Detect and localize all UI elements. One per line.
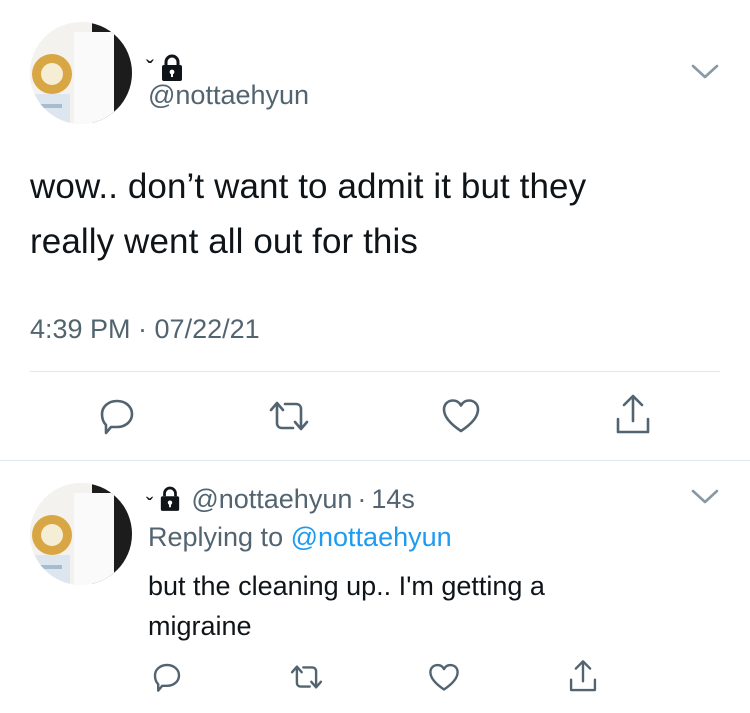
- replying-to: Replying to @nottaehyun: [148, 522, 452, 553]
- separator: ·: [357, 483, 367, 514]
- tweet-text-line: wow.. don’t want to admit it but they: [30, 167, 587, 206]
- lock-icon: [159, 486, 181, 512]
- reply-text-line: but the cleaning up.. I'm getting a: [148, 571, 545, 601]
- reply-icon[interactable]: [151, 661, 183, 693]
- retweet-icon[interactable]: [288, 661, 325, 693]
- lock-icon: [160, 54, 184, 82]
- retweet-icon[interactable]: [266, 396, 312, 436]
- handle[interactable]: @nottaehyun: [191, 484, 352, 515]
- name-glyph: ˇ: [146, 56, 154, 83]
- replying-to-link[interactable]: @nottaehyun: [291, 522, 452, 552]
- display-name[interactable]: ˇ: [146, 52, 184, 82]
- handle[interactable]: @nottaehyun: [148, 80, 309, 111]
- share-icon[interactable]: [613, 393, 653, 437]
- like-icon[interactable]: [441, 398, 481, 434]
- chevron-down-icon[interactable]: [690, 487, 720, 507]
- replying-prefix: Replying to: [148, 522, 284, 552]
- timestamp[interactable]: 4:39 PM · 07/22/21: [30, 314, 260, 345]
- name-glyph[interactable]: ˇ: [146, 495, 153, 517]
- reply-text: but the cleaning up.. I'm getting a migr…: [148, 566, 718, 646]
- time-ago[interactable]: 14s: [371, 484, 415, 515]
- divider: [30, 371, 720, 372]
- avatar[interactable]: [30, 22, 132, 124]
- reply-header: ˇ @nottaehyun · 14s: [146, 483, 415, 517]
- share-icon[interactable]: [567, 659, 599, 694]
- tweet-text-line: really went all out for this: [30, 222, 418, 261]
- reply-text-line: migraine: [148, 611, 252, 641]
- avatar[interactable]: [30, 483, 132, 585]
- reply-icon[interactable]: [97, 396, 137, 436]
- chevron-down-icon[interactable]: [690, 62, 720, 82]
- like-icon[interactable]: [428, 663, 460, 692]
- tweet-text: wow.. don’t want to admit it but they re…: [30, 159, 730, 269]
- divider: [0, 460, 750, 461]
